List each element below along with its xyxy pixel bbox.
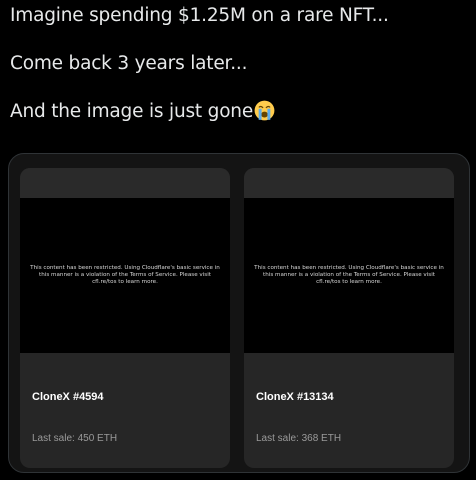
- tweet-line-3: And the image is just gone: [10, 100, 470, 124]
- nft-last-sale: Last sale: 368 ETH: [256, 433, 342, 444]
- tweet-line-3-text: And the image is just gone: [10, 101, 254, 122]
- nft-name: CloneX #13134: [256, 391, 334, 403]
- loudly-crying-face-icon: [254, 100, 275, 121]
- nft-image-placeholder: This content has been restricted. Using …: [20, 198, 230, 353]
- nft-image-placeholder: This content has been restricted. Using …: [244, 198, 454, 353]
- nft-card-1[interactable]: This content has been restricted. Using …: [20, 168, 230, 468]
- card-header: [244, 168, 454, 198]
- tweet-line-2: Come back 3 years later...: [10, 53, 248, 74]
- nft-name: CloneX #4594: [32, 391, 104, 403]
- restricted-message: This content has been restricted. Using …: [30, 265, 220, 285]
- nft-card-2[interactable]: This content has been restricted. Using …: [244, 168, 454, 468]
- nft-last-sale: Last sale: 450 ETH: [32, 433, 118, 444]
- tweet-media[interactable]: This content has been restricted. Using …: [8, 153, 470, 473]
- tweet-text: Imagine spending $1.25M on a rare NFT...…: [10, 4, 470, 124]
- tweet-line-1: Imagine spending $1.25M on a rare NFT...: [10, 5, 389, 26]
- card-header: [20, 168, 230, 198]
- restricted-message: This content has been restricted. Using …: [254, 265, 444, 285]
